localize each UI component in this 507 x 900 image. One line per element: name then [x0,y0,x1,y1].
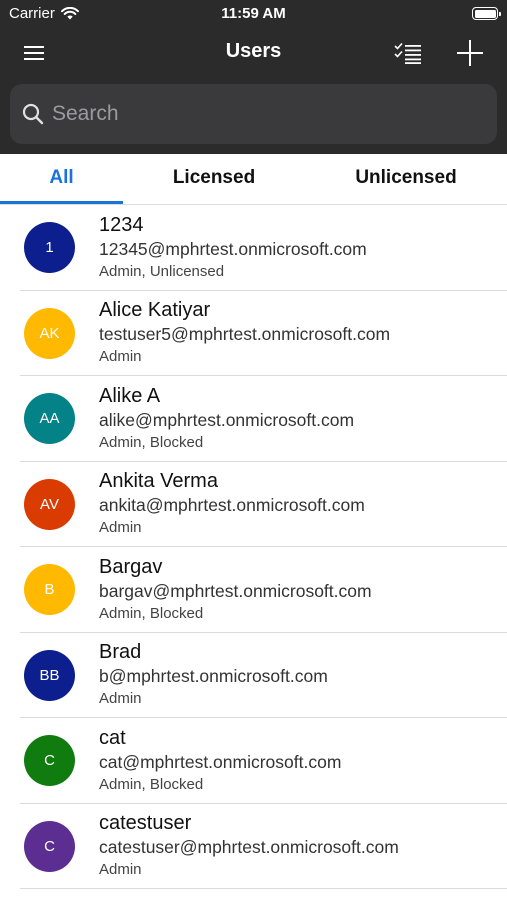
user-email: cat@mphrtest.onmicrosoft.com [99,751,342,772]
user-name: Bargav [99,555,163,578]
user-roles: Admin, Unlicensed [99,262,225,280]
user-list: 1 1234 12345@mphrtest.onmicrosoft.com Admin… [0,205,507,889]
user-row[interactable]: B Bargav bargav@mphrtest.onmicrosoft.com Ad… [0,547,507,633]
user-info: catestuser catestuser@mphrtest.onmicrosof… [99,811,399,881]
user-email: bargav@mphrtest.onmicrosoft.com [99,580,372,601]
user-info: Ankita Verma ankita@mphrtest.onmicrosoft.… [99,469,365,539]
user-row[interactable]: BB Brad b@mphrtest.onmicrosoft.com Admin [0,633,507,719]
avatar: AV [24,478,75,530]
user-info: Alice Katiyar testuser5@mphrtest.onmicros… [99,298,390,368]
add-user-button[interactable] [455,40,485,66]
user-roles: Admin [99,861,142,879]
search-field[interactable]: Search [10,84,497,144]
user-name: Brad [99,641,142,664]
user-name: Alice Katiyar [99,299,211,322]
user-roles: Admin [99,690,142,708]
battery-icon [472,7,501,20]
user-row[interactable]: AV Ankita Verma ankita@mphrtest.onmicrosof… [0,462,507,548]
user-info: cat cat@mphrtest.onmicrosoft.com Admin, Bl… [99,726,341,796]
user-info: Brad b@mphrtest.onmicrosoft.com Admin [99,640,328,710]
status-time: 11:59 AM [221,5,286,22]
plus-icon [457,40,483,66]
user-email: catestuser@mphrtest.onmicrosoft.com [99,837,399,858]
tab-licensed[interactable]: Licensed [123,154,305,204]
search-icon [22,103,44,125]
filter-tabs: All Licensed Unlicensed [0,154,507,205]
avatar: C [24,735,75,787]
tab-all[interactable]: All [0,154,123,204]
user-row[interactable]: Ccatestuser catestuser@mphrtest.onmicroso… [0,804,507,890]
tab-unlicensed[interactable]: Unlicensed [305,154,507,204]
user-name: catestuser [99,812,192,835]
avatar: B [24,564,75,616]
user-email: 12345@mphrtest.onmicrosoft.com [99,238,367,259]
user-roles: Admin, Blocked [99,433,204,451]
avatar: 1 [24,222,75,274]
select-users-button[interactable] [393,40,423,66]
user-info: Bargav bargav@mphrtest.onmicrosoft.com Adm… [99,555,372,625]
user-name: Alike A [99,384,161,407]
user-email: b@mphrtest.onmicrosoft.com [99,666,328,687]
user-row[interactable]: 1 1234 12345@mphrtest.onmicrosoft.com Admin… [0,205,507,291]
user-name: Ankita Verma [99,470,218,493]
user-row[interactable]: AA Alike Aalike@mphrtest.onmicrosoft.com A… [0,376,507,462]
user-row[interactable]: Ccat cat@mphrtest.onmicrosoft.com Admin, B… [0,718,507,804]
avatar: C [24,820,75,872]
user-row[interactable]: AK Alice Katiyar testuser5@mphrtest.onmicr… [0,291,507,377]
user-email: alike@mphrtest.onmicrosoft.com [99,409,355,430]
search-placeholder: Search [52,102,119,125]
avatar: BB [24,649,75,701]
user-info: Alike Aalike@mphrtest.onmicrosoft.com Adm… [99,384,354,454]
search-container: Search [0,78,507,154]
user-roles: Admin, Blocked [99,604,204,622]
navigation-bar: Users [0,28,507,78]
user-roles: Admin, Blocked [99,775,204,793]
top-bar: Carrier 11:59 AM Users Search [0,0,507,154]
user-name: cat [99,726,126,749]
user-roles: Admin [99,348,142,366]
avatar: AK [24,307,75,359]
avatar: AA [24,393,75,445]
user-email: ankita@mphrtest.onmicrosoft.com [99,495,365,516]
user-name: 1234 [99,213,144,236]
user-info: 1234 12345@mphrtest.onmicrosoft.com Admin,… [99,213,367,283]
page-title: Users [225,40,282,62]
checklist-icon [394,42,421,64]
user-roles: Admin [99,519,142,537]
user-email: testuser5@mphrtest.onmicrosoft.com [99,324,391,345]
status-bar: Carrier 11:59 AM [0,0,507,28]
